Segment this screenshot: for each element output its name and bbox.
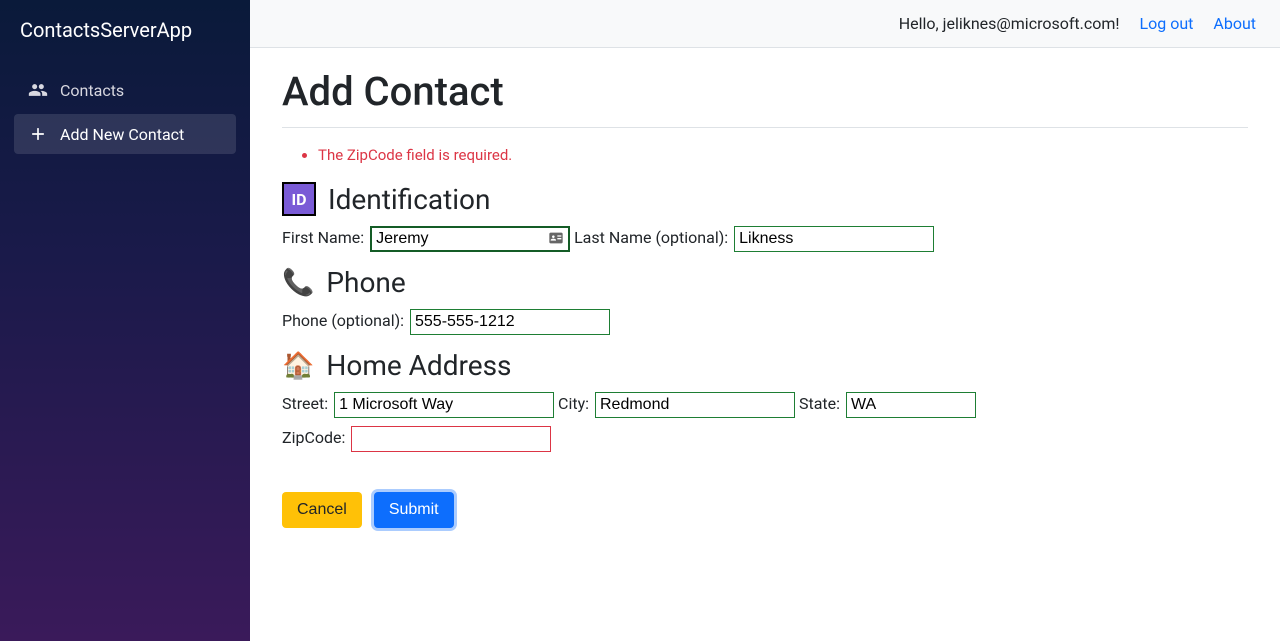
page-title: Add Contact (282, 68, 1248, 115)
sidebar: ContactsServerApp Contacts Add New Conta… (0, 0, 250, 641)
id-icon: ID (282, 182, 316, 216)
sidebar-item-contacts[interactable]: Contacts (14, 70, 236, 110)
sidebar-item-label: Contacts (60, 81, 124, 100)
submit-button[interactable]: Submit (374, 492, 454, 528)
last-name-input[interactable] (734, 226, 934, 252)
city-input[interactable] (595, 392, 795, 418)
zip-label: ZipCode: (282, 428, 345, 447)
zip-input[interactable] (351, 426, 551, 452)
topbar: Hello, jeliknes@microsoft.com! Log out A… (250, 0, 1280, 48)
sidebar-item-add-new-contact[interactable]: Add New Contact (14, 114, 236, 154)
first-name-label: First Name: (282, 228, 364, 247)
state-input[interactable] (846, 392, 976, 418)
phone-label: Phone (optional): (282, 311, 404, 330)
app-title: ContactsServerApp (0, 0, 250, 60)
sidebar-item-label: Add New Contact (60, 125, 184, 144)
street-input[interactable] (334, 392, 554, 418)
last-name-label: Last Name (optional): (574, 228, 728, 247)
plus-icon (28, 124, 48, 144)
section-identification-label: Identification (328, 183, 491, 216)
house-icon: 🏠 (282, 353, 314, 379)
phone-input[interactable] (410, 309, 610, 335)
section-identification-heading: ID Identification (282, 182, 1248, 216)
section-home-heading: 🏠 Home Address (282, 349, 1248, 382)
form-buttons: Cancel Submit (282, 492, 1248, 528)
logout-link[interactable]: Log out (1140, 14, 1194, 33)
validation-message: The ZipCode field is required. (318, 146, 1248, 164)
first-name-input[interactable] (370, 226, 570, 252)
user-greeting: Hello, jeliknes@microsoft.com! (899, 14, 1120, 33)
city-label: City: (558, 394, 589, 413)
phone-icon: 📞 (282, 270, 314, 296)
people-icon (28, 80, 48, 100)
about-link[interactable]: About (1213, 14, 1256, 33)
content: Add Contact The ZipCode field is require… (250, 48, 1280, 548)
main: Hello, jeliknes@microsoft.com! Log out A… (250, 0, 1280, 641)
validation-summary: The ZipCode field is required. (300, 146, 1248, 164)
section-home-label: Home Address (326, 349, 511, 382)
street-label: Street: (282, 394, 328, 413)
cancel-button[interactable]: Cancel (282, 492, 362, 528)
section-phone-heading: 📞 Phone (282, 266, 1248, 299)
state-label: State: (799, 394, 840, 413)
sidebar-nav: Contacts Add New Contact (0, 60, 250, 168)
section-phone-label: Phone (326, 266, 405, 299)
divider (282, 127, 1248, 128)
